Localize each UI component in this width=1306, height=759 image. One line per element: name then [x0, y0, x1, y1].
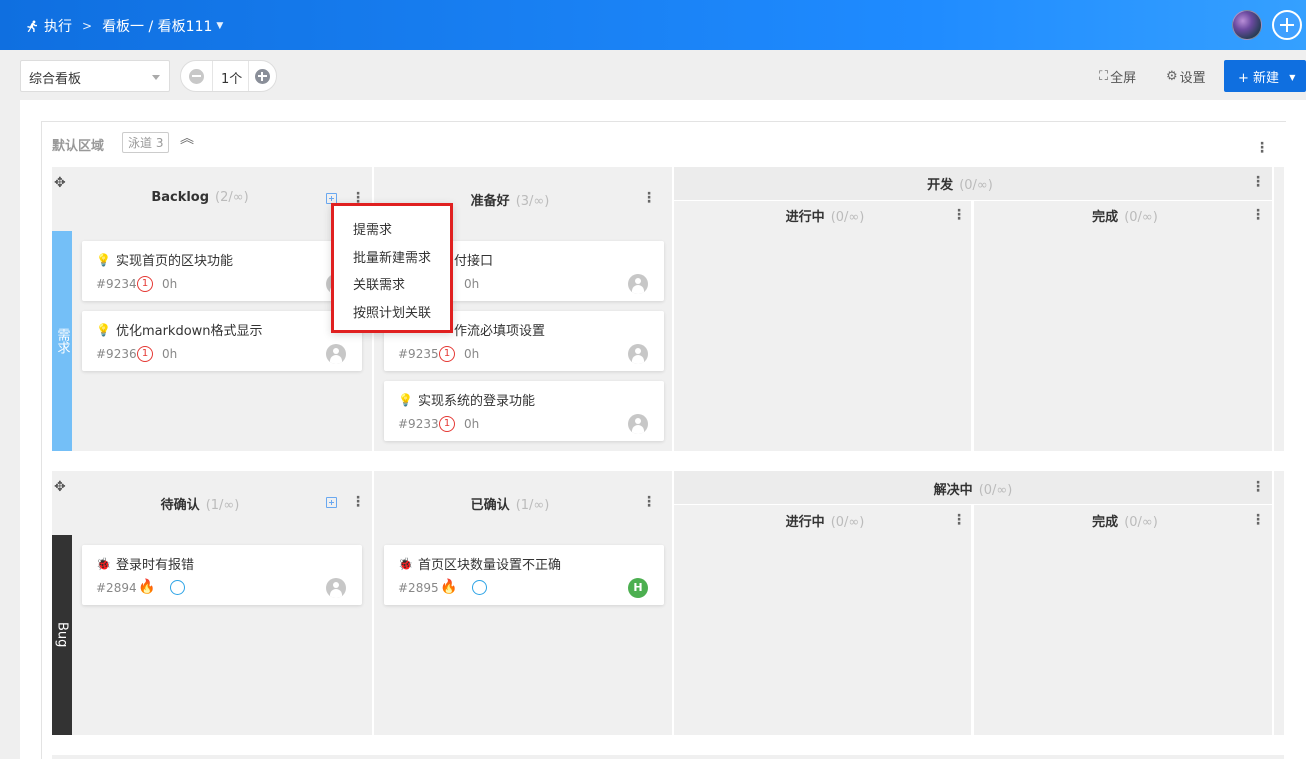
- next-lane-header: [52, 755, 1284, 759]
- breadcrumb-current[interactable]: 看板一 / 看板111: [102, 16, 212, 36]
- assignee-avatar[interactable]: [326, 578, 346, 598]
- new-button-label: 新建: [1253, 71, 1280, 86]
- column-resolving-done: [974, 505, 1272, 735]
- menu-item-batch-new-requirement[interactable]: 批量新建需求: [353, 247, 431, 266]
- plus-icon: +: [1238, 71, 1249, 86]
- add-card-menu: 提需求 批量新建需求 关联需求 按照计划关联: [331, 203, 453, 333]
- run-icon: [27, 20, 37, 32]
- column-title-backlog: Backlog (2/∞): [151, 190, 249, 205]
- bulb-icon: 💡: [398, 392, 413, 407]
- column-title-confirmed: 已确认 (1/∞): [470, 498, 550, 513]
- chevron-down-icon[interactable]: ▼: [216, 21, 223, 31]
- card[interactable]: 🐞 首页区块数量设置不正确 #2895 🔥 H: [384, 545, 664, 605]
- bug-icon: 🐞: [398, 556, 413, 571]
- assignee-avatar[interactable]: [628, 274, 648, 294]
- count-stepper: 1个: [180, 60, 277, 92]
- add-card-icon[interactable]: [326, 497, 337, 508]
- chevron-right-icon: >: [82, 19, 93, 33]
- top-bar: 执行 > 看板一 / 看板111 ▼: [0, 0, 1306, 50]
- subcolumn-title-done: 完成 (0/∞): [1092, 515, 1158, 530]
- card[interactable]: 🐞 登录时有报错 #2894 🔥: [82, 545, 362, 605]
- global-add-button[interactable]: [1272, 10, 1302, 40]
- subcolumn-title-done: 完成 (0/∞): [1092, 210, 1158, 225]
- settings-label: 设置: [1179, 71, 1206, 86]
- board-type-value: 综合看板: [29, 72, 82, 87]
- bug-icon: 🐞: [96, 556, 111, 571]
- column-title-resolving: 解决中 (0/∞): [933, 483, 1013, 498]
- swimlane-label-bug: Bug: [52, 535, 72, 735]
- assignee-avatar[interactable]: [326, 344, 346, 364]
- column-title-dev: 开发 (0/∞): [927, 178, 993, 193]
- fullscreen-button[interactable]: ⛶ 全屏: [1099, 67, 1136, 86]
- menu-item-link-by-plan[interactable]: 按照计划关联: [353, 302, 431, 321]
- assignee-avatar[interactable]: [628, 344, 648, 364]
- chevron-down-icon: ▼: [1289, 73, 1296, 82]
- column-edge: [1274, 471, 1284, 735]
- column-dev-doing: [674, 201, 971, 451]
- column-more-icon[interactable]: ⋮: [1251, 208, 1265, 222]
- status-ring-icon: [472, 580, 487, 595]
- column-more-icon[interactable]: ⋮: [1251, 513, 1265, 527]
- move-icon[interactable]: ✥: [54, 175, 66, 191]
- region-title: 默认区域: [52, 139, 105, 154]
- increment-button[interactable]: [255, 69, 270, 84]
- column-more-icon[interactable]: ⋮: [952, 513, 966, 527]
- column-title-pending: 待确认 (1/∞): [160, 498, 240, 513]
- assignee-avatar[interactable]: H: [628, 578, 648, 598]
- collapse-icon[interactable]: ︽: [180, 132, 194, 146]
- bulb-icon: 💡: [96, 322, 111, 337]
- priority-badge: 1: [137, 346, 153, 362]
- column-more-icon[interactable]: ⋮: [642, 191, 656, 205]
- column-dev-done: [974, 201, 1272, 451]
- column-title-ready: 准备好 (3/∞): [470, 194, 550, 209]
- breadcrumb-root[interactable]: 执行: [44, 16, 72, 36]
- menu-item-new-requirement[interactable]: 提需求: [353, 219, 392, 238]
- subcolumn-title-doing: 进行中 (0/∞): [785, 515, 865, 530]
- swimlane-label-requirement: 需求: [52, 231, 72, 451]
- priority-badge: 1: [137, 276, 153, 292]
- column-more-icon[interactable]: ⋮: [1251, 480, 1265, 494]
- decrement-button[interactable]: [189, 69, 204, 84]
- region-more-icon[interactable]: ⋮: [1255, 141, 1269, 155]
- user-avatar[interactable]: [1232, 10, 1262, 40]
- fullscreen-label: 全屏: [1110, 71, 1137, 86]
- move-icon[interactable]: ✥: [54, 479, 66, 495]
- bulb-icon: 💡: [96, 252, 111, 267]
- column-more-icon[interactable]: ⋮: [1251, 175, 1265, 189]
- breadcrumb: 执行 > 看板一 / 看板111 ▼: [26, 16, 223, 36]
- severity-icon: 🔥: [138, 579, 156, 595]
- column-resolving-doing: [674, 505, 971, 735]
- fullscreen-icon: ⛶: [1099, 69, 1109, 84]
- column-more-icon[interactable]: ⋮: [952, 208, 966, 222]
- card[interactable]: 💡 实现首页的区块功能 #9234 1 0h: [82, 241, 362, 301]
- subcolumn-title-doing: 进行中 (0/∞): [785, 210, 865, 225]
- column-more-icon[interactable]: ⋮: [642, 495, 656, 509]
- count-value[interactable]: 1个: [212, 61, 249, 91]
- new-button[interactable]: + 新建 ▼: [1224, 60, 1306, 92]
- settings-button[interactable]: ⚙ 设置: [1166, 67, 1206, 86]
- column-edge: [1274, 167, 1284, 451]
- assignee-avatar[interactable]: [628, 414, 648, 434]
- severity-icon: 🔥: [440, 579, 458, 595]
- card[interactable]: 💡 优化markdown格式显示 #9236 1 0h: [82, 311, 362, 371]
- column-more-icon[interactable]: ⋮: [351, 495, 365, 509]
- priority-badge: 1: [439, 416, 455, 432]
- gear-icon: ⚙: [1166, 69, 1178, 84]
- status-ring-icon: [170, 580, 185, 595]
- card[interactable]: 💡 实现系统的登录功能 #9233 1 0h: [384, 381, 664, 441]
- menu-item-link-requirement[interactable]: 关联需求: [353, 274, 405, 293]
- priority-badge: 1: [439, 346, 455, 362]
- lane-count-tag: 泳道 3: [122, 132, 170, 153]
- board-type-select[interactable]: 综合看板: [20, 60, 170, 92]
- column-backlog: [52, 167, 372, 451]
- chevron-down-icon: [152, 75, 160, 80]
